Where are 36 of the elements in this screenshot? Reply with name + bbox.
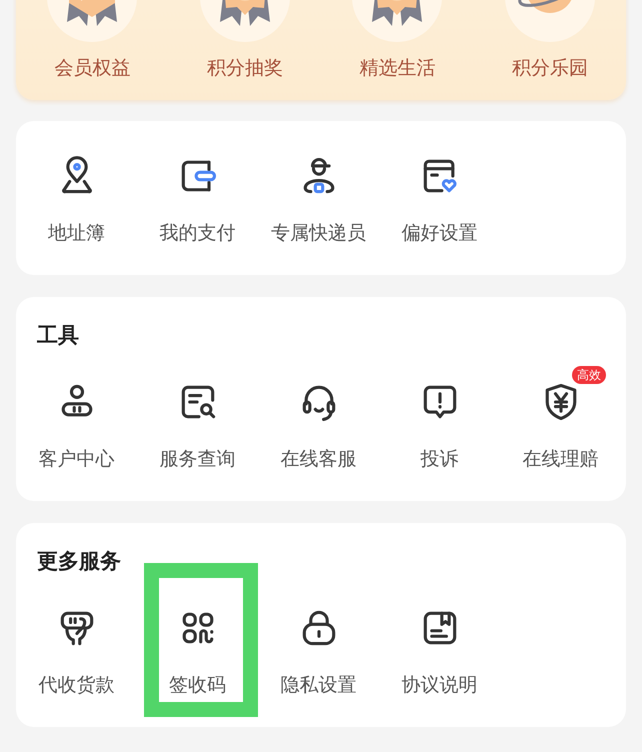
- item-label: 会员权益: [54, 56, 130, 80]
- menu-item[interactable]: 我的支付: [137, 154, 258, 246]
- item-label: 专属快递员: [271, 221, 366, 246]
- benefit-item[interactable]: 积分抽奖: [168, 0, 321, 80]
- menu-item[interactable]: 专属快递员: [258, 154, 379, 246]
- menu-item[interactable]: 协议说明: [379, 606, 500, 698]
- menu-item[interactable]: 地址簿: [16, 154, 137, 246]
- item-label: 协议说明: [402, 673, 478, 698]
- menu-item[interactable]: 服务查询: [137, 380, 258, 472]
- menu-item[interactable]: 在线客服: [258, 380, 379, 472]
- item-label: 代收货款: [38, 673, 114, 698]
- item-label: 服务查询: [160, 447, 236, 472]
- menu-item[interactable]: 偏好设置: [379, 154, 500, 246]
- benefit-item[interactable]: 精选生活: [321, 0, 474, 80]
- section-title: 工具: [36, 322, 80, 349]
- item-label: 偏好设置: [402, 221, 478, 246]
- menu-item[interactable]: 客户中心: [16, 380, 137, 472]
- benefit-item[interactable]: 积分乐园: [474, 0, 626, 80]
- menu-item[interactable]: 隐私设置: [258, 606, 379, 698]
- item-label: 精选生活: [359, 56, 436, 80]
- badge: 高效: [572, 366, 606, 384]
- menu-item[interactable]: 代收货款: [16, 606, 137, 698]
- item-label: 积分乐园: [512, 56, 588, 80]
- item-label: 投诉: [420, 447, 458, 472]
- section-title: 更多服务: [36, 548, 122, 575]
- item-label: 隐私设置: [280, 673, 356, 698]
- item-label: 在线客服: [280, 447, 356, 472]
- menu-item[interactable]: 签收码: [137, 606, 258, 698]
- menu-item[interactable]: 投诉: [379, 380, 500, 472]
- item-label: 签收码: [169, 673, 226, 698]
- item-label: 我的支付: [160, 221, 236, 246]
- benefit-item[interactable]: 会员权益: [16, 0, 168, 80]
- item-label: 地址簿: [48, 221, 105, 246]
- item-label: 在线理赔: [522, 447, 598, 472]
- item-label: 积分抽奖: [206, 56, 283, 80]
- item-label: 客户中心: [38, 447, 114, 472]
